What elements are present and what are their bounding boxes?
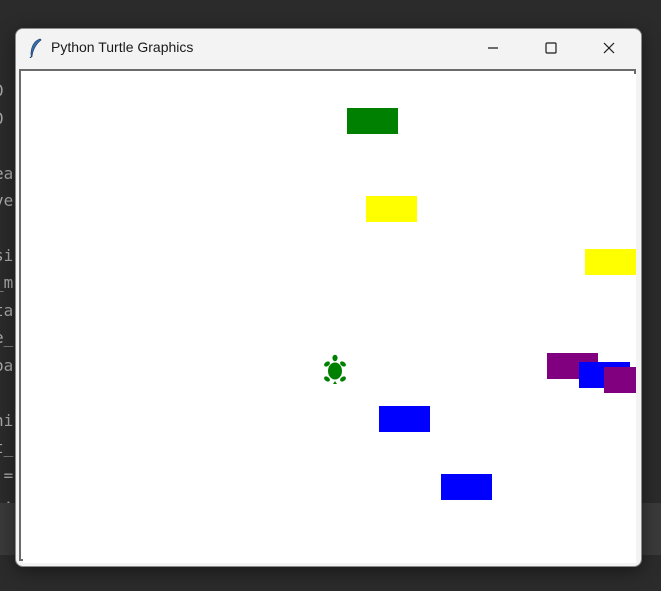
turtle-icon [324, 354, 346, 384]
yellow-rectangle [585, 249, 636, 275]
green-rectangle [347, 108, 398, 134]
code-fragment: ve [0, 191, 14, 210]
feather-icon [29, 38, 42, 58]
title-bar[interactable]: Python Turtle Graphics [16, 29, 641, 67]
turtle-body [324, 354, 346, 384]
purple-rectangle [604, 367, 636, 393]
code-fragment: hi [0, 411, 14, 430]
code-fragment: ta [0, 301, 14, 320]
window-title: Python Turtle Graphics [51, 39, 194, 55]
code-fragment: oa [0, 356, 14, 375]
maximize-icon [545, 42, 557, 54]
code-fragment: t_ [0, 438, 14, 457]
blue-rectangle [441, 474, 492, 500]
canvas-frame [19, 69, 636, 563]
code-fragment: si [0, 246, 14, 265]
close-icon [603, 42, 615, 54]
yellow-rectangle [366, 196, 417, 222]
code-fragment: = [3, 466, 14, 485]
code-fragment: e_ [0, 328, 14, 347]
turtle-window[interactable]: Python Turtle Graphics [15, 28, 642, 567]
close-button[interactable] [580, 29, 638, 67]
blue-rectangle [379, 406, 430, 432]
code-fragment: ea [0, 164, 14, 183]
turtle-canvas[interactable] [23, 74, 636, 563]
minimize-icon [488, 47, 498, 49]
code-fragment: _m [0, 273, 14, 292]
maximize-button[interactable] [522, 29, 580, 67]
code-fragment: 0 [0, 82, 4, 100]
minimize-button[interactable] [464, 29, 522, 67]
code-fragment: 0 [0, 110, 4, 128]
